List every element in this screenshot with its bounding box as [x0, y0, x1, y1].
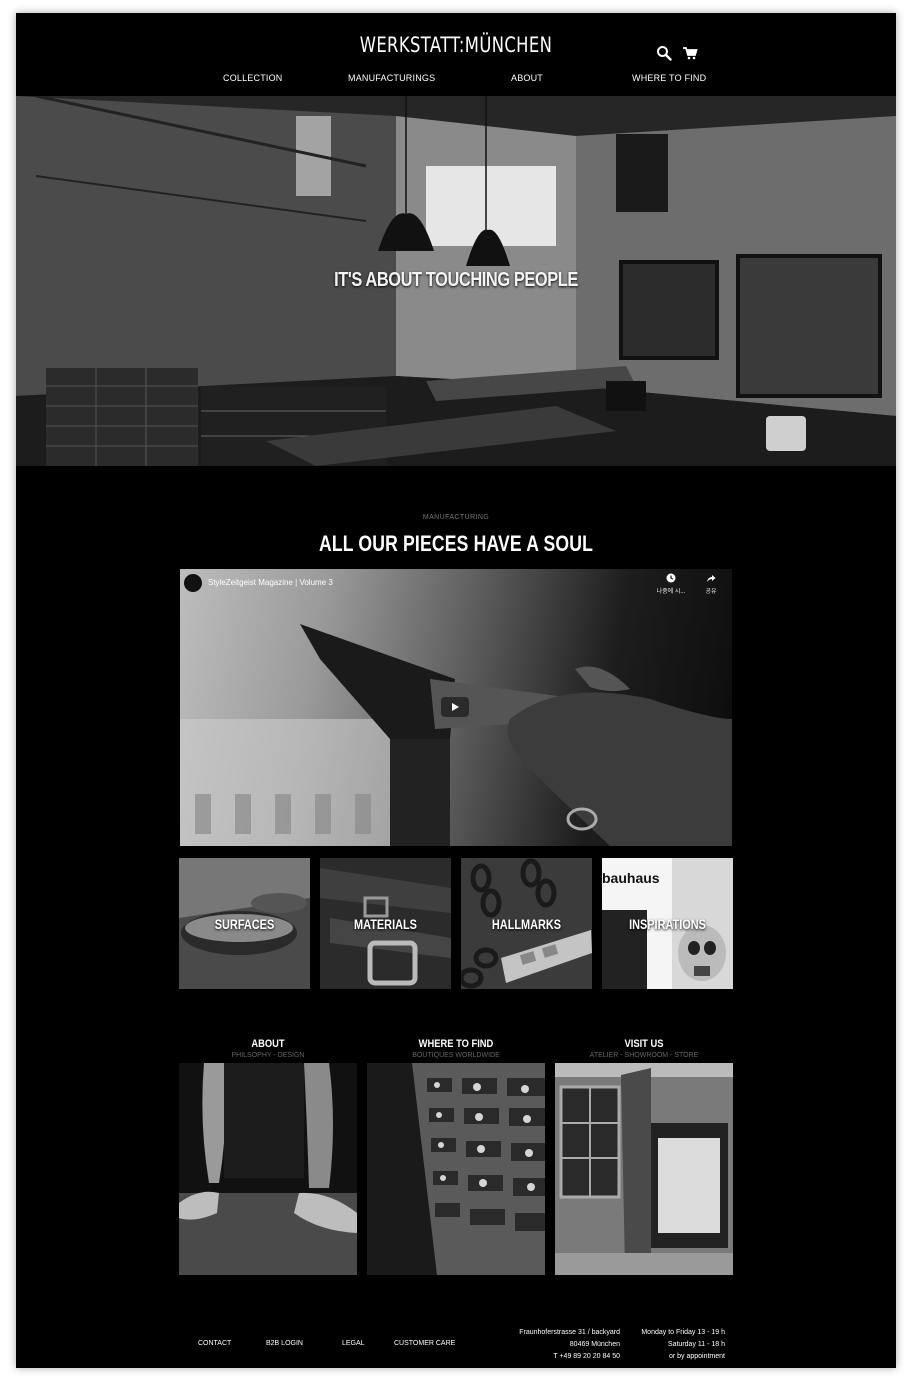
channel-avatar[interactable] — [184, 574, 202, 592]
video-player[interactable]: StyleZeitgeist Magazine | Volume 3 나중에 시… — [180, 569, 732, 846]
section-label: MANUFACTURING — [422, 514, 490, 521]
tile-hallmarks-label: HALLMARKS — [491, 916, 562, 932]
footer-hours: Monday to Friday 13 - 19 h Saturday 11 -… — [616, 1327, 725, 1363]
address-street: Fraunhoferstrasse 31 / backyard — [519, 1329, 620, 1336]
where-to-find-image[interactable] — [367, 1063, 545, 1275]
watch-later-button[interactable]: 나중에 시... — [656, 573, 686, 595]
hero-title: IT'S ABOUT TOUCHING PEOPLE — [334, 269, 578, 291]
header-icons — [656, 45, 698, 61]
tile-inspirations[interactable]: bauhaus INSPIRATIONS — [602, 858, 733, 989]
address-city: 80469 München — [569, 1341, 620, 1348]
footer-link-contact[interactable]: CONTACT — [198, 1340, 231, 1347]
page-frame: WERKSTATT:MÜNCHEN COLLECTION MANUFACTURI… — [16, 13, 896, 1368]
tile-surfaces[interactable]: SURFACES — [179, 858, 310, 989]
section-title: ALL OUR PIECES HAVE A SOUL — [318, 531, 594, 556]
main-nav: COLLECTION MANUFACTURINGS ABOUT WHERE TO… — [16, 73, 896, 89]
share-button[interactable]: 공유 — [696, 573, 726, 595]
where-to-find-column-title[interactable]: WHERE TO FIND — [380, 1038, 531, 1050]
cart-icon[interactable] — [682, 45, 698, 61]
watch-later-label: 나중에 시... — [656, 589, 686, 595]
where-to-find-column-header: WHERE TO FIND BOUTIQUES WORLDWIDE — [367, 1038, 545, 1059]
tile-hallmarks[interactable]: HALLMARKS — [461, 858, 592, 989]
hours-weekday: Monday to Friday 13 - 19 h — [641, 1329, 725, 1336]
bauhaus-sign: bauhaus — [602, 870, 660, 886]
footer-link-legal[interactable]: LEGAL — [342, 1340, 365, 1347]
about-column-header: ABOUT PHILSOPHY - DESIGN — [179, 1038, 357, 1059]
play-button[interactable] — [441, 697, 469, 717]
address-phone[interactable]: T +49 89 20 20 84 50 — [486, 1351, 620, 1363]
nav-about[interactable]: ABOUT — [511, 73, 543, 83]
hours-appointment: or by appointment — [668, 1353, 725, 1360]
where-to-find-photo — [367, 1063, 545, 1275]
visit-us-photo — [555, 1063, 733, 1275]
tile-materials-label: MATERIALS — [354, 916, 417, 932]
visit-us-column-subtitle: ATELIER - SHOWROOM - STORE — [589, 1052, 699, 1059]
visit-us-column-title[interactable]: VISIT US — [568, 1038, 719, 1050]
search-icon[interactable] — [656, 45, 672, 61]
hero-banner: IT'S ABOUT TOUCHING PEOPLE — [16, 96, 896, 466]
about-photo — [179, 1063, 357, 1275]
about-column-title[interactable]: ABOUT — [192, 1038, 343, 1050]
play-icon — [452, 703, 459, 711]
nav-where-to-find[interactable]: WHERE TO FIND — [632, 73, 706, 83]
footer-link-customer-care[interactable]: CUSTOMER CARE — [394, 1340, 455, 1347]
tile-surfaces-label: SURFACES — [214, 916, 275, 932]
share-icon — [707, 575, 716, 582]
footer-address: Fraunhoferstrasse 31 / backyard 80469 Mü… — [486, 1327, 620, 1363]
about-image[interactable] — [179, 1063, 357, 1275]
about-column-subtitle: PHILSOPHY - DESIGN — [231, 1052, 305, 1059]
site-header: WERKSTATT:MÜNCHEN COLLECTION MANUFACTURI… — [16, 13, 896, 96]
visit-us-column-header: VISIT US ATELIER - SHOWROOM - STORE — [555, 1038, 733, 1059]
hours-saturday: Saturday 11 - 18 h — [667, 1341, 725, 1348]
nav-collection[interactable]: COLLECTION — [223, 73, 283, 83]
share-label: 공유 — [705, 589, 717, 595]
clock-icon — [666, 573, 676, 583]
tile-materials[interactable]: MATERIALS — [320, 858, 451, 989]
tile-inspirations-label: INSPIRATIONS — [629, 916, 706, 932]
nav-manufacturings[interactable]: MANUFACTURINGS — [348, 73, 435, 83]
visit-us-image[interactable] — [555, 1063, 733, 1275]
footer-link-b2b-login[interactable]: B2B LOGIN — [266, 1340, 303, 1347]
video-title[interactable]: StyleZeitgeist Magazine | Volume 3 — [208, 578, 333, 587]
where-to-find-column-subtitle: BOUTIQUES WORLDWIDE — [412, 1052, 500, 1059]
